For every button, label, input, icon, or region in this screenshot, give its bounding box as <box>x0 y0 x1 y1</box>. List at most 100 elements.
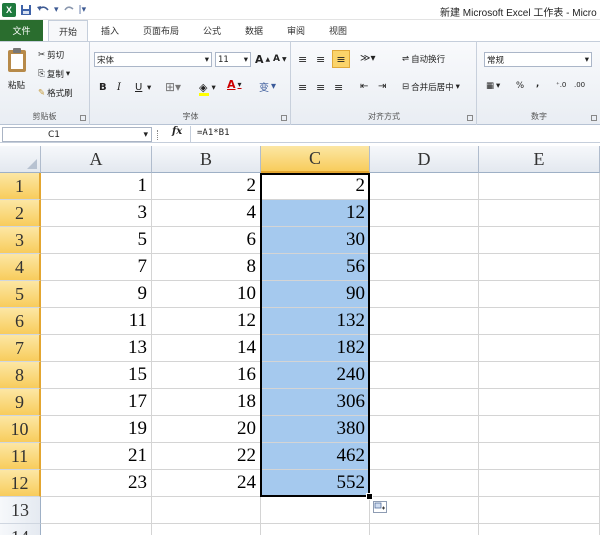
comma-button[interactable]: , <box>536 79 539 89</box>
cell-c[interactable]: 30 <box>261 227 370 254</box>
cell-b[interactable]: 2 <box>152 173 261 200</box>
accounting-format-button[interactable]: ▦ ▾ <box>486 81 500 91</box>
cell-b[interactable]: 24 <box>152 470 261 497</box>
bottom-align-icon[interactable]: ≡ <box>332 50 350 68</box>
cell-d[interactable] <box>370 443 479 470</box>
cell-e[interactable] <box>479 254 600 281</box>
grow-font-button[interactable]: A ▲ <box>255 53 270 66</box>
paste-label[interactable]: 粘贴 <box>8 79 25 91</box>
cell-c[interactable]: 12 <box>261 200 370 227</box>
shrink-font-button[interactable]: A ▼ <box>273 54 287 64</box>
column-header-a[interactable]: A <box>41 146 152 173</box>
dialog-launcher-icon[interactable] <box>281 115 287 121</box>
row-header[interactable]: 8 <box>0 362 41 389</box>
dialog-launcher-icon[interactable] <box>467 115 473 121</box>
row-header[interactable]: 3 <box>0 227 41 254</box>
font-size-select[interactable]: 11 ▾ <box>215 52 251 67</box>
cell-e[interactable] <box>479 173 600 200</box>
cell-d[interactable] <box>370 227 479 254</box>
cell-a[interactable] <box>41 524 152 535</box>
customize-qat-icon[interactable]: |▾ <box>79 3 87 17</box>
cell-e[interactable] <box>479 362 600 389</box>
top-align-icon[interactable]: ≡ <box>298 53 307 66</box>
cell-c[interactable]: 56 <box>261 254 370 281</box>
cell-a[interactable]: 7 <box>41 254 152 281</box>
phonetic-guide-button[interactable]: 变 ▾ <box>259 79 276 94</box>
cell-e[interactable] <box>479 416 600 443</box>
cell-d[interactable] <box>370 389 479 416</box>
cell-c[interactable]: 306 <box>261 389 370 416</box>
row-header[interactable]: 12 <box>0 470 41 497</box>
column-header-d[interactable]: D <box>370 146 479 173</box>
cell-e[interactable] <box>479 281 600 308</box>
cell-a[interactable]: 19 <box>41 416 152 443</box>
formula-bar-splitter[interactable] <box>157 130 160 140</box>
cell-e[interactable] <box>479 335 600 362</box>
font-color-button[interactable]: A ▾ <box>227 78 242 91</box>
dialog-launcher-icon[interactable] <box>80 115 86 121</box>
cell-a[interactable]: 21 <box>41 443 152 470</box>
cell-e[interactable] <box>479 497 600 524</box>
tab-file[interactable]: 文件 <box>0 20 43 41</box>
cell-a[interactable]: 23 <box>41 470 152 497</box>
autofill-options-button[interactable] <box>373 501 387 513</box>
chevron-down-icon[interactable]: ▾ <box>147 83 151 93</box>
cell-d[interactable] <box>370 281 479 308</box>
cell-b[interactable]: 10 <box>152 281 261 308</box>
cell-b[interactable]: 6 <box>152 227 261 254</box>
wrap-text-button[interactable]: ⇌ 自动换行 <box>402 53 445 65</box>
merge-center-button[interactable]: ⊟ 合并后居中 ▾ <box>402 81 460 93</box>
increase-indent-icon[interactable]: ⇥ <box>378 81 386 92</box>
cell-b[interactable]: 16 <box>152 362 261 389</box>
cell-d[interactable] <box>370 362 479 389</box>
redo-icon[interactable] <box>63 4 75 16</box>
cell-a[interactable]: 11 <box>41 308 152 335</box>
row-header[interactable]: 9 <box>0 389 41 416</box>
cell-a[interactable]: 17 <box>41 389 152 416</box>
cell-c[interactable]: 2 <box>261 173 370 200</box>
bold-button[interactable]: B <box>99 82 107 93</box>
cell-a[interactable]: 3 <box>41 200 152 227</box>
cell-e[interactable] <box>479 308 600 335</box>
underline-button[interactable]: U <box>135 82 142 93</box>
undo-dropdown-icon[interactable]: ▾ <box>54 3 59 17</box>
tab-data[interactable]: 数据 <box>236 20 272 41</box>
cell-d[interactable] <box>370 254 479 281</box>
cut-button[interactable]: ✂ 剪切 <box>38 49 64 61</box>
cell-b[interactable]: 18 <box>152 389 261 416</box>
dialog-launcher-icon[interactable] <box>591 115 597 121</box>
cell-b[interactable] <box>152 497 261 524</box>
cell-d[interactable] <box>370 173 479 200</box>
tab-page-layout[interactable]: 页面布局 <box>136 20 186 41</box>
font-name-select[interactable]: 宋体 ▾ <box>94 52 212 67</box>
tab-insert[interactable]: 插入 <box>92 20 128 41</box>
align-left-icon[interactable]: ≡ <box>298 81 307 94</box>
cell-e[interactable] <box>479 200 600 227</box>
name-box[interactable]: C1 ▾ <box>2 127 152 142</box>
tab-view[interactable]: 视图 <box>320 20 356 41</box>
column-header-e[interactable]: E <box>479 146 600 173</box>
row-header[interactable]: 7 <box>0 335 41 362</box>
cell-b[interactable]: 14 <box>152 335 261 362</box>
cell-b[interactable]: 20 <box>152 416 261 443</box>
decrease-decimal-icon[interactable]: .00 <box>574 81 585 89</box>
tab-home[interactable]: 开始 <box>48 20 88 42</box>
cell-e[interactable] <box>479 227 600 254</box>
tab-review[interactable]: 审阅 <box>278 20 314 41</box>
cell-c[interactable]: 182 <box>261 335 370 362</box>
cell-d[interactable] <box>370 470 479 497</box>
excel-logo-icon[interactable]: X <box>2 3 16 17</box>
decrease-indent-icon[interactable]: ⇤ <box>360 81 368 92</box>
row-header[interactable]: 4 <box>0 254 41 281</box>
cell-c[interactable]: 380 <box>261 416 370 443</box>
cell-a[interactable]: 1 <box>41 173 152 200</box>
cell-b[interactable] <box>152 524 261 535</box>
row-header[interactable]: 5 <box>0 281 41 308</box>
cell-c[interactable]: 240 <box>261 362 370 389</box>
copy-button[interactable]: ⎘ 复制 ▾ <box>38 68 70 80</box>
cell-a[interactable] <box>41 497 152 524</box>
format-painter-button[interactable]: ✎ 格式刷 <box>38 87 73 99</box>
borders-icon[interactable]: ⊞▾ <box>165 80 181 94</box>
italic-button[interactable]: I <box>117 82 121 93</box>
cell-e[interactable] <box>479 389 600 416</box>
